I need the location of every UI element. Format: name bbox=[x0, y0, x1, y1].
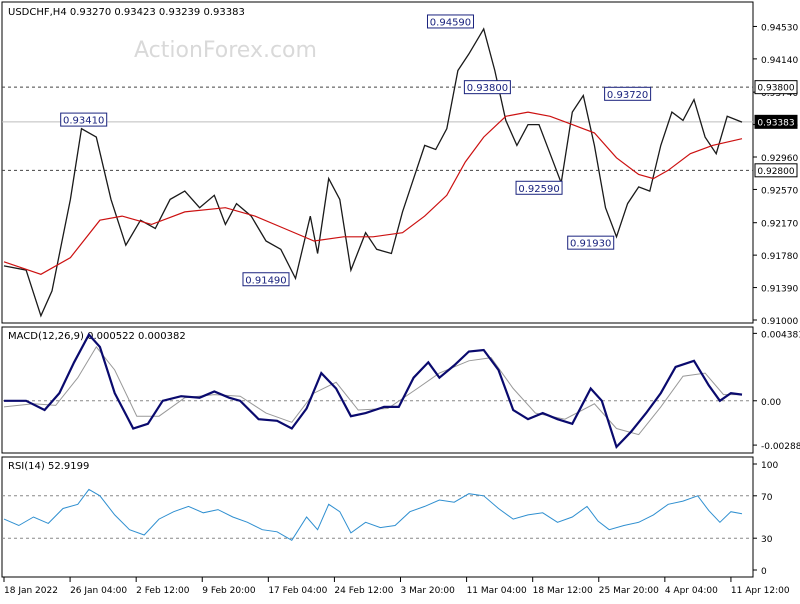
rsi-y-tick-label: 30 bbox=[761, 535, 773, 545]
x-tick-label: 2 Feb 12:00 bbox=[136, 586, 190, 596]
price-annotation-label: 0.91490 bbox=[245, 275, 286, 286]
x-tick-label: 9 Feb 20:00 bbox=[202, 586, 256, 596]
x-tick-label: 25 Mar 20:00 bbox=[599, 586, 659, 596]
price-annotation-2: 0.93800 bbox=[463, 80, 511, 95]
macd-y-tick-label: 0.004381 bbox=[761, 330, 800, 340]
price-y-tick-label: 0.91390 bbox=[761, 285, 798, 295]
price-annotation-label: 0.91930 bbox=[570, 239, 611, 250]
x-tick-label: 26 Jan 04:00 bbox=[70, 586, 127, 596]
price-annotation-label: 0.93720 bbox=[607, 90, 648, 101]
price-y-tick-label: 0.91000 bbox=[761, 317, 798, 327]
price-axis-box-label: 0.93383 bbox=[757, 118, 794, 128]
x-tick-label: 4 Apr 04:00 bbox=[665, 586, 718, 596]
price-y-tick-label: 0.94530 bbox=[761, 23, 798, 33]
price-annotation-0: 0.93410 bbox=[60, 112, 108, 127]
price-panel-frame bbox=[1, 1, 754, 324]
watermark: ActionForex.com bbox=[134, 38, 317, 63]
rsi-y-tick-label: 100 bbox=[761, 461, 778, 471]
x-tick-label: 3 Mar 20:00 bbox=[401, 586, 456, 596]
x-tick-label: 24 Feb 12:00 bbox=[334, 586, 393, 596]
rsi-y-tick-label: 70 bbox=[761, 493, 773, 503]
price-annotation-label: 0.93410 bbox=[63, 116, 104, 127]
price-annotation-5: 0.91930 bbox=[567, 235, 615, 250]
macd-label: MACD(12,26,9) 0.000522 0.000382 bbox=[8, 331, 186, 342]
x-tick-label: 11 Mar 04:00 bbox=[467, 586, 527, 596]
price-y-tick-label: 0.92170 bbox=[761, 220, 798, 230]
chart-svg: ActionForex.com USDCHF,H4 0.93270 0.9342… bbox=[1, 1, 800, 596]
price-y-tick-label: 0.92570 bbox=[761, 186, 798, 196]
x-tick-label: 11 Apr 12:00 bbox=[731, 586, 790, 596]
price-y-tick-label: 0.91780 bbox=[761, 252, 798, 262]
price-axis-box-label: 0.93800 bbox=[757, 84, 794, 94]
symbol-header: USDCHF,H4 0.93270 0.93423 0.93239 0.9338… bbox=[8, 7, 245, 18]
price-y-tick-label: 0.94140 bbox=[761, 56, 798, 66]
x-tick-label: 18 Mar 12:00 bbox=[533, 586, 593, 596]
price-annotation-1: 0.94590 bbox=[426, 14, 474, 29]
price-annotation-label: 0.92590 bbox=[518, 184, 559, 195]
price-annotation-3: 0.93720 bbox=[604, 86, 652, 101]
rsi-label: RSI(14) 52.9199 bbox=[8, 461, 89, 472]
rsi-y-tick-label: 0 bbox=[761, 567, 767, 577]
price-annotation-6: 0.91490 bbox=[242, 272, 290, 287]
chart-window: ActionForex.com USDCHF,H4 0.93270 0.9342… bbox=[0, 0, 800, 600]
x-tick-label: 18 Jan 2022 bbox=[4, 586, 58, 596]
price-annotation-label: 0.94590 bbox=[430, 17, 471, 28]
price-axis-box-label: 0.92800 bbox=[757, 167, 794, 177]
price-annotation-4: 0.92590 bbox=[515, 180, 563, 195]
price-y-tick-label: 0.92960 bbox=[761, 154, 798, 164]
macd-y-tick-label: 0.00 bbox=[761, 398, 781, 408]
rsi-panel-frame bbox=[1, 456, 754, 578]
x-tick-label: 17 Feb 04:00 bbox=[268, 586, 327, 596]
price-annotation-label: 0.93800 bbox=[467, 83, 508, 94]
macd-y-tick-label: -0.002881 bbox=[761, 442, 800, 452]
